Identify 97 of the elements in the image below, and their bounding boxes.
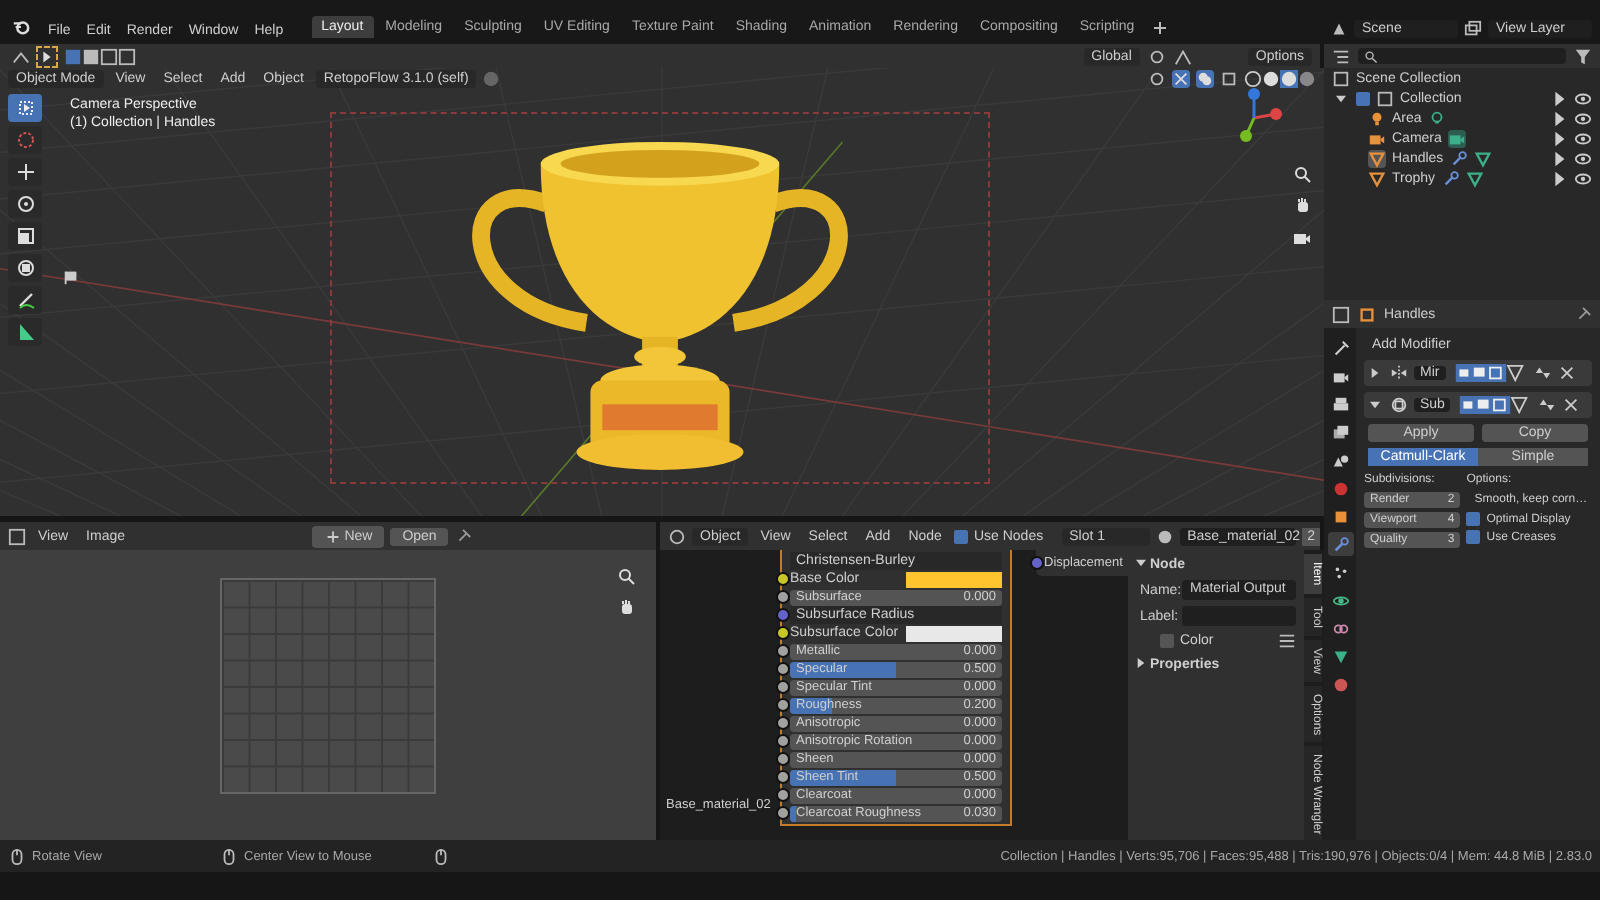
printer-icon <box>1331 395 1349 413</box>
add-icon[interactable] <box>1152 19 1169 35</box>
link-icon <box>1331 619 1349 637</box>
snap-icon[interactable] <box>1147 47 1166 65</box>
eye-icon[interactable] <box>1574 89 1592 107</box>
tool-button[interactable] <box>8 94 42 122</box>
chevron-down-icon[interactable] <box>1336 93 1346 103</box>
modifier-toggles-icon[interactable] <box>1456 396 1533 414</box>
search-field[interactable] <box>1358 48 1566 64</box>
triangle-icon <box>1331 647 1349 665</box>
proportional-edit-icon[interactable] <box>1173 47 1192 65</box>
add-icon <box>324 527 343 545</box>
dots-icon <box>1331 563 1349 581</box>
overlay-icon[interactable] <box>1196 70 1214 88</box>
display-mode-icon[interactable] <box>1332 47 1350 65</box>
camera-icon <box>1331 367 1349 385</box>
image-stack-icon <box>1331 423 1349 441</box>
chevron-right-icon <box>1136 658 1146 668</box>
bulb-icon[interactable] <box>1427 109 1446 127</box>
screwdriver-icon <box>1331 339 1349 357</box>
zoom-icon[interactable] <box>616 566 636 586</box>
eye-icon[interactable] <box>1574 169 1592 187</box>
triangle-icon[interactable] <box>1368 169 1386 187</box>
tool-button[interactable] <box>8 286 42 314</box>
select-box-icon <box>15 98 35 118</box>
sphere-icon <box>1331 675 1349 693</box>
gizmo-icon[interactable] <box>1172 70 1190 88</box>
orbit-icon <box>1331 591 1349 609</box>
tool-button[interactable] <box>8 222 42 250</box>
subdivision-icon <box>1390 396 1408 414</box>
wrench-icon <box>1331 535 1349 553</box>
chevron-down-icon <box>1136 558 1146 568</box>
tool-button[interactable] <box>8 190 42 218</box>
pin-icon[interactable] <box>1574 305 1592 323</box>
camera-icon[interactable] <box>1447 129 1466 147</box>
blender-logo-icon[interactable] <box>12 18 30 36</box>
editor-type-icon[interactable] <box>1332 305 1350 323</box>
camera-icon[interactable] <box>1292 228 1312 248</box>
visibility-icon[interactable] <box>1148 70 1166 88</box>
chevron-right-icon[interactable] <box>1370 368 1380 378</box>
square-icon <box>1331 507 1349 525</box>
properties-tab[interactable] <box>1327 532 1353 556</box>
eye-icon[interactable] <box>1574 129 1592 147</box>
hand-icon[interactable] <box>616 598 636 618</box>
scale-icon <box>15 226 35 246</box>
cursor-crosshair-icon <box>15 130 35 150</box>
tool-button[interactable] <box>8 254 42 282</box>
tool-button[interactable] <box>8 318 42 346</box>
triangle-icon[interactable] <box>1368 149 1386 167</box>
wrench-icon[interactable] <box>1449 149 1468 167</box>
color-swatch[interactable] <box>906 625 1002 641</box>
color-swatch[interactable] <box>906 571 1002 587</box>
ruler-icon <box>15 322 35 342</box>
search-icon <box>1364 49 1378 63</box>
select-box-icon[interactable] <box>38 47 56 65</box>
zoom-icon[interactable] <box>1292 164 1312 184</box>
bulb-icon[interactable] <box>1368 109 1386 127</box>
scene-icon[interactable] <box>1330 20 1348 38</box>
move-arrows-icon[interactable] <box>1533 364 1552 382</box>
include-checkbox[interactable] <box>1356 91 1370 105</box>
shading-modes-icon[interactable] <box>1244 70 1316 88</box>
selection-mode-icon[interactable] <box>64 47 136 65</box>
modifier-toggles-icon[interactable] <box>1451 364 1528 382</box>
chevron-down-icon[interactable] <box>1370 400 1380 410</box>
hand-icon[interactable] <box>1292 196 1312 216</box>
mouse-icon <box>432 847 450 865</box>
sphere-icon[interactable] <box>1155 527 1174 545</box>
mouse-icon <box>220 847 238 865</box>
transform-pivot-icon[interactable] <box>12 47 30 65</box>
transform-icon <box>15 258 35 278</box>
pin-icon[interactable] <box>454 527 473 545</box>
globe-icon <box>1331 479 1349 497</box>
close-icon[interactable] <box>1562 396 1581 414</box>
editor-type-icon[interactable] <box>8 527 26 545</box>
close-icon[interactable] <box>1557 364 1576 382</box>
eye-icon[interactable] <box>1574 109 1592 127</box>
rotate-icon <box>15 194 35 214</box>
collection-icon <box>1376 89 1394 107</box>
move-arrows-icon <box>15 162 35 182</box>
wrench-icon[interactable] <box>1441 169 1460 187</box>
list-icon[interactable] <box>1278 632 1296 650</box>
xray-icon[interactable] <box>1220 70 1238 88</box>
tool-button[interactable] <box>8 158 42 186</box>
square-icon <box>1358 305 1376 323</box>
mirror-icon <box>1390 364 1408 382</box>
move-arrows-icon[interactable] <box>1538 396 1557 414</box>
camera-icon[interactable] <box>1368 129 1386 147</box>
pencil-icon <box>15 290 35 310</box>
flag-icon[interactable] <box>62 268 80 286</box>
bsdf-node[interactable] <box>780 550 1012 826</box>
collection-icon <box>1332 69 1350 87</box>
image-stack-icon[interactable] <box>1464 20 1482 38</box>
editor-type-icon[interactable] <box>668 527 686 545</box>
input-socket[interactable] <box>1030 556 1044 570</box>
cone-sphere-icon <box>1331 451 1349 469</box>
mouse-icon <box>8 847 26 865</box>
eye-icon[interactable] <box>1574 149 1592 167</box>
